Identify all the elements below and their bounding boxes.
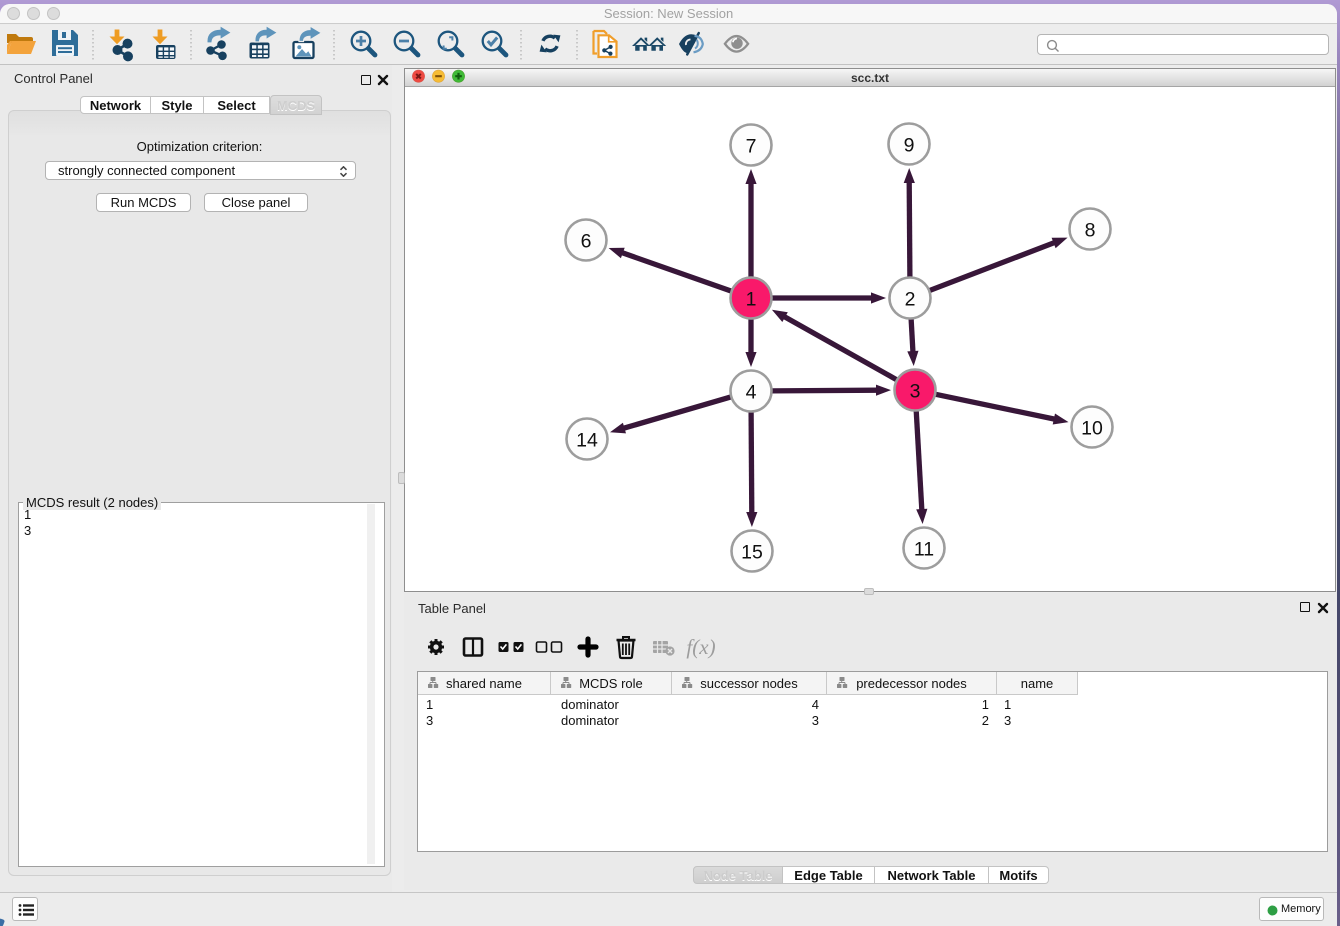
svg-text:15: 15: [741, 542, 763, 564]
svg-text:7: 7: [746, 136, 757, 158]
svg-text:6: 6: [581, 231, 592, 253]
svg-text:11: 11: [914, 539, 934, 561]
svg-text:2: 2: [905, 289, 916, 311]
svg-text:14: 14: [576, 430, 598, 452]
svg-text:3: 3: [910, 381, 921, 403]
svg-text:9: 9: [904, 135, 915, 157]
svg-text:f(x): f(x): [686, 635, 715, 659]
svg-text:4: 4: [746, 382, 757, 404]
svg-text:1: 1: [746, 289, 757, 311]
svg-text:10: 10: [1081, 418, 1103, 440]
svg-text:8: 8: [1085, 220, 1096, 242]
